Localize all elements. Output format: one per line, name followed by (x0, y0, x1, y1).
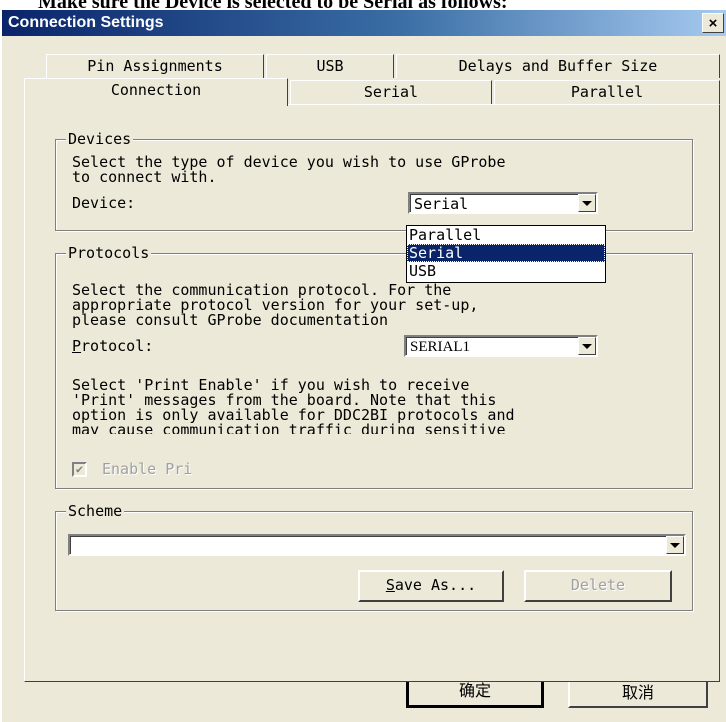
connection-settings-dialog: Connection Settings × Pin Assignments US… (0, 10, 726, 722)
device-option-parallel[interactable]: Parallel (407, 226, 605, 244)
scheme-group-label: Scheme (66, 501, 125, 521)
device-select[interactable]: Serial (408, 192, 598, 214)
scheme-select[interactable] (68, 534, 686, 556)
device-option-usb[interactable]: USB (407, 262, 605, 280)
device-label: Device: (72, 194, 136, 212)
protocol-select-value: SERIAL1 (410, 339, 470, 355)
scheme-groupbox: Scheme Save As... Delete (55, 501, 693, 611)
protocols-description-line3: please consult GProbe documentation (72, 311, 389, 329)
chevron-down-icon (582, 343, 592, 349)
enable-print-label: Enable Pri (102, 460, 193, 478)
device-dropdown-list: Parallel Serial USB (406, 225, 606, 283)
devices-group-label: Devices (66, 129, 134, 149)
device-dropdown-button[interactable] (578, 194, 596, 212)
protocol-label: Protocol: (72, 337, 154, 355)
tab-connection[interactable]: Connection (24, 78, 288, 106)
delete-button[interactable]: Delete (524, 570, 672, 602)
connection-tab-panel: Devices Select the type of device you wi… (24, 104, 720, 682)
chevron-down-icon (670, 542, 680, 548)
close-button[interactable]: × (702, 13, 724, 33)
protocol-select[interactable]: SERIAL1 (404, 335, 598, 357)
protocols-groupbox: Protocols Select the communication proto… (55, 243, 693, 489)
tab-pin-assignments[interactable]: Pin Assignments (46, 54, 264, 78)
protocols-group-label: Protocols (66, 243, 152, 263)
scheme-dropdown-button[interactable] (666, 536, 684, 554)
devices-description-line2: to connect with. (72, 168, 217, 186)
cancel-button[interactable]: 取消 (568, 678, 708, 708)
tab-parallel[interactable]: Parallel (494, 80, 720, 104)
device-select-value: Serial (414, 195, 469, 213)
window-title: Connection Settings (8, 14, 164, 31)
title-bar[interactable]: Connection Settings × (2, 10, 726, 36)
enable-print-checkbox[interactable]: ✔ (72, 462, 87, 477)
device-option-serial[interactable]: Serial (407, 244, 605, 262)
tab-delays-buffer-size[interactable]: Delays and Buffer Size (396, 54, 720, 78)
tab-serial[interactable]: Serial (290, 80, 492, 104)
protocol-dropdown-button[interactable] (578, 337, 596, 355)
tab-usb[interactable]: USB (266, 54, 394, 78)
save-as-button[interactable]: Save As... (358, 570, 504, 602)
chevron-down-icon (582, 200, 592, 206)
print-description-line3: option is only available for DDC2BI prot… (72, 406, 515, 424)
print-description-line4: may cause communication traffic during s… (72, 422, 506, 434)
devices-groupbox: Devices Select the type of device you wi… (55, 129, 693, 231)
